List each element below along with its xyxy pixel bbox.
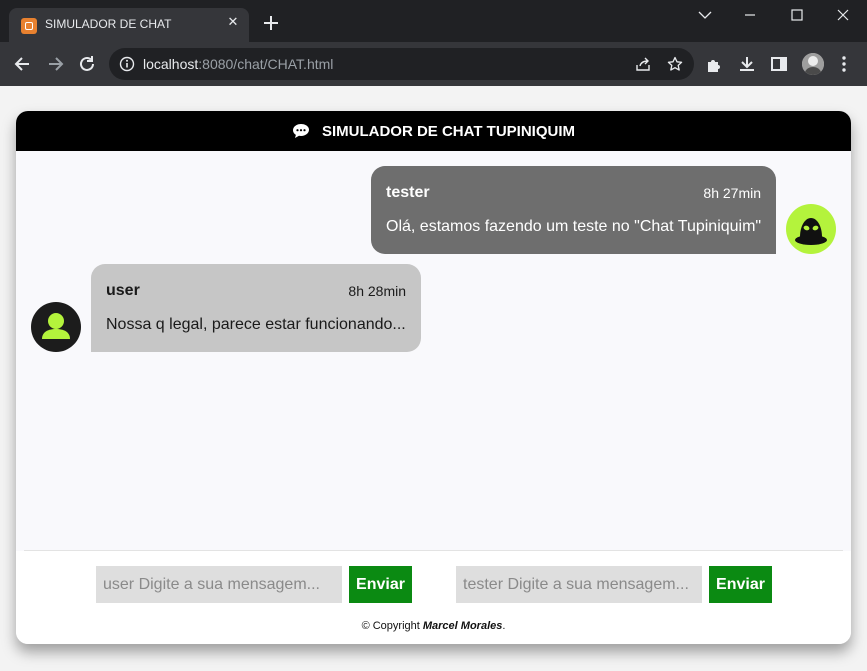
download-icon[interactable] [737, 54, 757, 74]
share-icon[interactable] [635, 56, 651, 72]
browser-tab[interactable]: SIMULADOR DE CHAT ✕ [9, 8, 249, 42]
tab-title: SIMULADOR DE CHAT [45, 17, 172, 31]
forward-arrow-icon[interactable] [45, 54, 65, 74]
copyright-notice: © Copyright Marcel Morales. [16, 620, 851, 632]
more-menu-icon[interactable] [834, 54, 854, 74]
tab-search-chevron-icon[interactable] [682, 0, 728, 30]
user-send-button[interactable]: Enviar [349, 566, 412, 603]
chat-bubble-icon [292, 124, 309, 138]
copyright-suffix: . [502, 620, 506, 632]
back-arrow-icon[interactable] [13, 54, 33, 74]
url-path: :8080/chat/CHAT.html [198, 56, 334, 72]
extensions-puzzle-icon[interactable] [705, 54, 725, 74]
message-time: 8h 28min [348, 283, 406, 299]
url-text: localhost:8080/chat/CHAT.html [143, 56, 333, 72]
side-panel-icon[interactable] [769, 54, 789, 74]
composer-area: Enviar Enviar © Copyright Marcel Morales… [16, 551, 851, 644]
tester-message-input[interactable] [456, 566, 702, 603]
address-bar[interactable]: localhost:8080/chat/CHAT.html [109, 48, 694, 80]
message-time: 8h 27min [703, 185, 761, 201]
minimize-icon[interactable] [727, 0, 773, 30]
copyright-prefix: © Copyright [361, 620, 423, 632]
message-user: user 8h 28min Nossa q legal, parece esta… [91, 264, 421, 352]
window-close-icon[interactable] [820, 0, 866, 30]
profile-photo-icon [802, 53, 824, 75]
bookmark-star-icon[interactable] [667, 56, 683, 72]
user-message-input[interactable] [96, 566, 342, 603]
alien-avatar-icon [786, 204, 836, 254]
maximize-icon[interactable] [774, 0, 820, 30]
url-host: localhost [143, 56, 199, 72]
browser-titlebar: SIMULADOR DE CHAT ✕ [0, 0, 867, 42]
message-text: Nossa q legal, parece estar funcionando.… [106, 316, 406, 333]
message-tester: tester 8h 27min Olá, estamos fazendo um … [371, 166, 776, 254]
chat-header: SIMULADOR DE CHAT TUPINIQUIM [16, 111, 851, 151]
tab-close-icon[interactable]: ✕ [225, 14, 241, 30]
message-text: Olá, estamos fazendo um teste no "Chat T… [386, 218, 762, 235]
xampp-favicon-icon [21, 18, 37, 34]
new-tab-icon[interactable] [262, 14, 280, 32]
user-avatar-icon [31, 302, 81, 352]
tester-send-button[interactable]: Enviar [709, 566, 772, 603]
reload-icon[interactable] [77, 54, 97, 74]
copyright-author: Marcel Morales [422, 620, 503, 632]
message-author: user [106, 282, 140, 299]
profile-avatar[interactable] [802, 53, 824, 75]
site-info-icon[interactable] [119, 56, 135, 72]
chat-title: SIMULADOR DE CHAT TUPINIQUIM [321, 122, 576, 140]
message-author: tester [386, 184, 430, 201]
browser-toolbar: localhost:8080/chat/CHAT.html [0, 42, 867, 86]
chat-container: SIMULADOR DE CHAT TUPINIQUIM tester 8h 2… [16, 111, 851, 644]
